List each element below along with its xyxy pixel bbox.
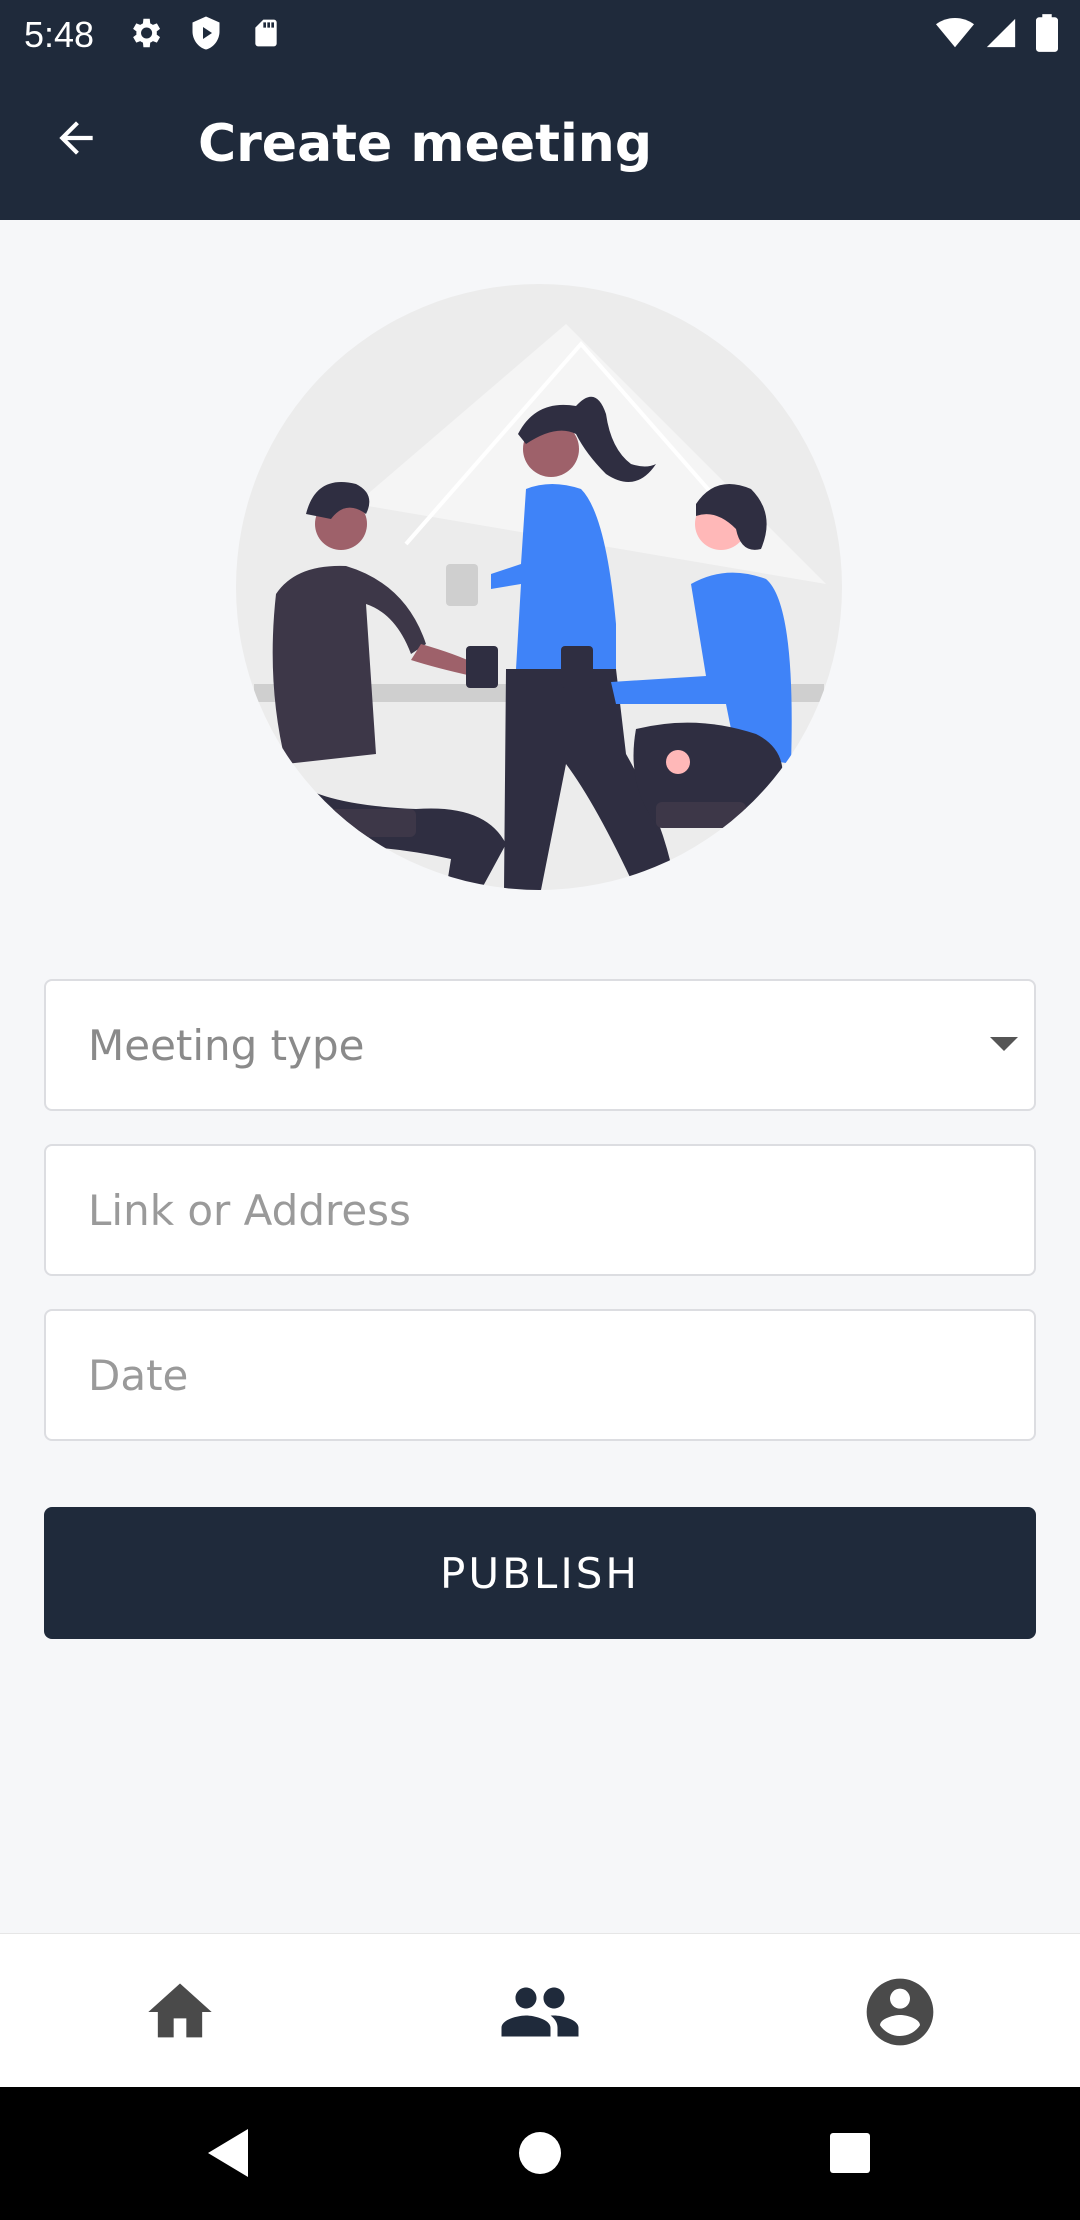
status-bar: 5:48 bbox=[0, 0, 1080, 66]
meeting-people-illustration bbox=[236, 284, 842, 890]
publish-button[interactable]: PUBLISH bbox=[44, 1507, 1036, 1639]
arrow-back-icon bbox=[51, 113, 101, 168]
wifi-icon bbox=[934, 14, 976, 57]
status-time: 5:48 bbox=[24, 14, 95, 55]
bottom-navigation bbox=[0, 1933, 1080, 2087]
link-or-address-field-container bbox=[44, 1144, 1036, 1276]
link-or-address-input[interactable] bbox=[88, 1146, 948, 1274]
chevron-down-icon bbox=[990, 1037, 1018, 1051]
meeting-type-placeholder: Meeting type bbox=[88, 1021, 365, 1070]
recents-square-icon[interactable] bbox=[828, 2127, 872, 2184]
nav-profile[interactable] bbox=[860, 1974, 940, 2054]
home-icon bbox=[142, 1974, 218, 2055]
signal-icon bbox=[984, 14, 1018, 57]
nav-home[interactable] bbox=[140, 1974, 220, 2054]
account-icon bbox=[860, 1972, 940, 2057]
back-triangle-icon[interactable] bbox=[204, 2127, 250, 2184]
sd-card-icon bbox=[250, 14, 282, 57]
meeting-type-dropdown[interactable]: Meeting type bbox=[44, 979, 1036, 1111]
group-icon bbox=[498, 1970, 582, 2059]
nav-meetings[interactable] bbox=[500, 1974, 580, 2054]
system-navigation-bar bbox=[0, 2087, 1080, 2220]
date-input[interactable] bbox=[88, 1311, 948, 1439]
back-button[interactable] bbox=[40, 104, 112, 176]
page-title: Create meeting bbox=[198, 114, 653, 174]
date-field-container bbox=[44, 1309, 1036, 1441]
shield-icon bbox=[188, 14, 224, 57]
battery-icon bbox=[1036, 14, 1058, 57]
gear-icon bbox=[126, 14, 164, 57]
app-bar: Create meeting bbox=[0, 66, 1080, 220]
home-circle-icon[interactable] bbox=[518, 2127, 562, 2184]
